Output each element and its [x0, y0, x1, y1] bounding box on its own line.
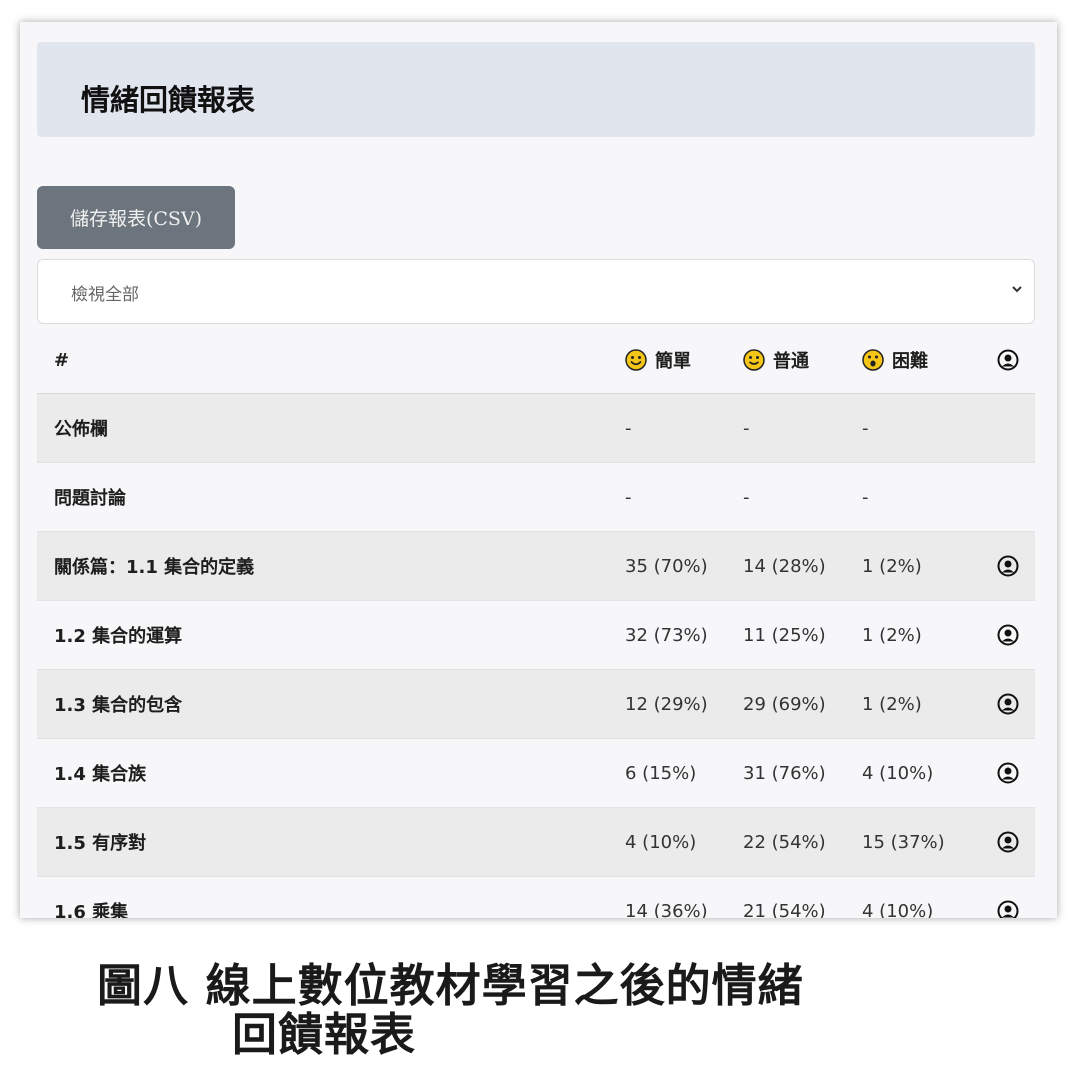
- row-name: 公佈欄: [54, 419, 108, 440]
- surprised-emoji-icon: [862, 349, 884, 371]
- table-row: 關係篇：1.1 集合的定義 35 (70%) 14 (28%) 1 (2%): [37, 532, 1035, 601]
- smile-emoji-icon: [625, 349, 647, 371]
- normal-column-label: 普通: [773, 351, 809, 372]
- user-icon[interactable]: [997, 555, 1019, 577]
- normal-value: 21 (54%): [743, 900, 826, 919]
- caption-line-1: 圖八 線上數位教材學習之後的情緒: [97, 959, 804, 1012]
- save-csv-button[interactable]: 儲存報表(CSV): [37, 186, 235, 249]
- table-row: 1.3 集合的包含 12 (29%) 29 (69%) 1 (2%): [37, 670, 1035, 739]
- hard-column-label: 困難: [892, 351, 928, 372]
- user-icon[interactable]: [997, 762, 1019, 784]
- caption-line-2: 回饋報表: [232, 1007, 417, 1061]
- figure-caption: 圖八 線上數位教材學習之後的情緒 回饋報表: [97, 959, 804, 1061]
- easy-column-label: 簡單: [655, 351, 691, 372]
- table-header-row: # 簡單 普通 困難: [37, 327, 1035, 394]
- hard-value: -: [862, 486, 869, 508]
- user-icon[interactable]: [997, 349, 1019, 371]
- normal-value: -: [743, 486, 750, 508]
- report-panel: 情緒回饋報表 儲存報表(CSV) 檢視全部 # 簡單 普通 困難 公佈欄 - -…: [20, 22, 1057, 918]
- page-header: 情緒回饋報表: [37, 42, 1035, 137]
- row-name: 1.3 集合的包含: [54, 695, 183, 716]
- easy-value: -: [625, 417, 632, 439]
- hard-value: 4 (10%): [862, 900, 934, 919]
- row-name: 1.6 乘集: [54, 902, 129, 918]
- normal-value: 14 (28%): [743, 555, 826, 577]
- easy-value: 14 (36%): [625, 900, 708, 919]
- hard-value: 1 (2%): [862, 624, 922, 646]
- easy-value: 4 (10%): [625, 831, 697, 853]
- normal-value: 22 (54%): [743, 831, 826, 853]
- user-icon[interactable]: [997, 693, 1019, 715]
- hard-value: 15 (37%): [862, 831, 945, 853]
- normal-column-header[interactable]: 普通: [743, 347, 809, 373]
- row-name: 1.4 集合族: [54, 764, 147, 785]
- user-icon[interactable]: [997, 624, 1019, 646]
- hard-value: -: [862, 417, 869, 439]
- row-name: 1.2 集合的運算: [54, 626, 183, 647]
- row-name: 關係篇：1.1 集合的定義: [54, 557, 255, 578]
- view-filter-select[interactable]: 檢視全部: [37, 259, 1035, 324]
- easy-value: -: [625, 486, 632, 508]
- table-row: 1.5 有序對 4 (10%) 22 (54%) 15 (37%): [37, 808, 1035, 877]
- table-row: 1.6 乘集 14 (36%) 21 (54%) 4 (10%): [37, 877, 1035, 918]
- table-row: 1.4 集合族 6 (15%) 31 (76%) 4 (10%): [37, 739, 1035, 808]
- easy-value: 32 (73%): [625, 624, 708, 646]
- page-title: 情緒回饋報表: [81, 83, 256, 117]
- row-name: 1.5 有序對: [54, 833, 147, 854]
- index-column-header: #: [54, 349, 70, 371]
- row-name: 問題討論: [54, 488, 126, 509]
- user-icon[interactable]: [997, 831, 1019, 853]
- hard-value: 1 (2%): [862, 555, 922, 577]
- chevron-down-icon: [1012, 286, 1022, 293]
- table-row: 問題討論 - - -: [37, 463, 1035, 532]
- table-row: 公佈欄 - - -: [37, 394, 1035, 463]
- easy-value: 35 (70%): [625, 555, 708, 577]
- hard-value: 4 (10%): [862, 762, 934, 784]
- hard-value: 1 (2%): [862, 693, 922, 715]
- feedback-table: # 簡單 普通 困難 公佈欄 - - - 問題討論 - - - 關係篇：1.1 …: [37, 327, 1035, 918]
- normal-value: 31 (76%): [743, 762, 826, 784]
- normal-value: 29 (69%): [743, 693, 826, 715]
- easy-column-header[interactable]: 簡單: [625, 347, 691, 373]
- hard-column-header[interactable]: 困難: [862, 347, 928, 373]
- smile-emoji-icon: [743, 349, 765, 371]
- normal-value: -: [743, 417, 750, 439]
- easy-value: 12 (29%): [625, 693, 708, 715]
- easy-value: 6 (15%): [625, 762, 697, 784]
- table-row: 1.2 集合的運算 32 (73%) 11 (25%) 1 (2%): [37, 601, 1035, 670]
- user-icon[interactable]: [997, 900, 1019, 918]
- normal-value: 11 (25%): [743, 624, 826, 646]
- view-filter-value: 檢視全部: [71, 285, 139, 305]
